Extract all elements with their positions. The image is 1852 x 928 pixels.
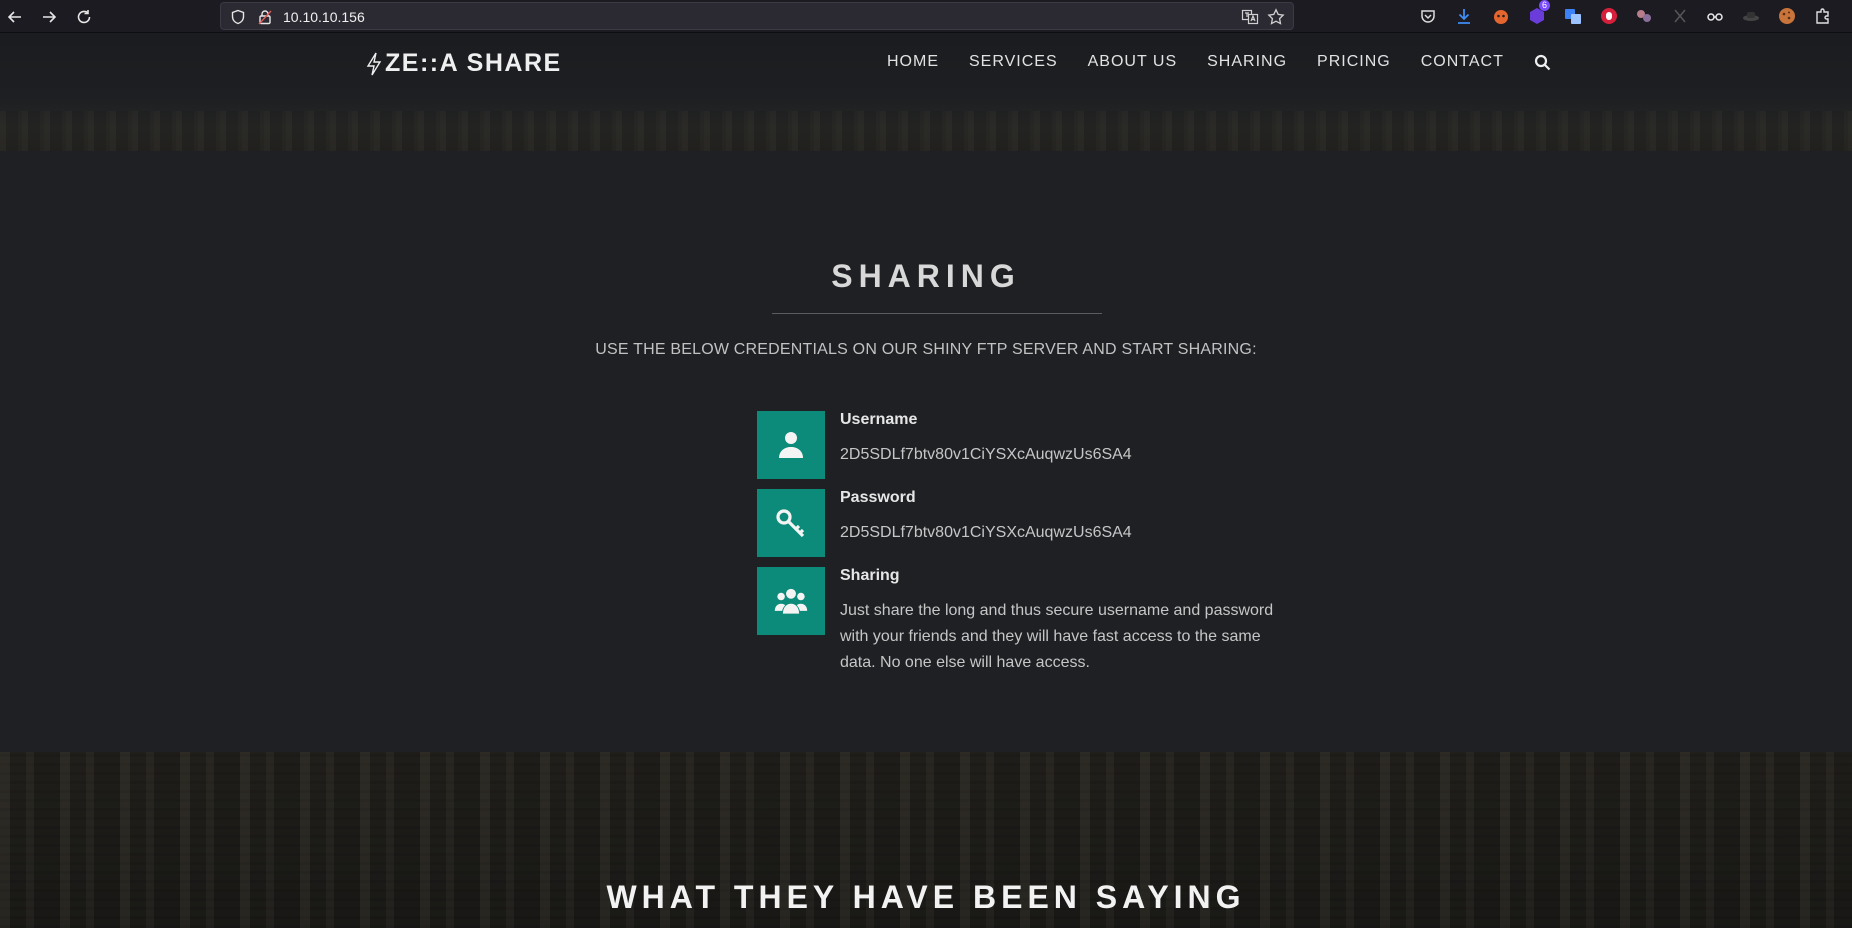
main-nav: HOME SERVICES ABOUT US SHARING PRICING C…	[887, 53, 1551, 71]
bookmark-star-icon[interactable]	[1267, 8, 1285, 26]
password-value: 2D5SDLf7btv80v1CiYSXcAuqwzUs6SA4	[840, 524, 1132, 541]
arrow-right-icon	[43, 11, 57, 23]
sharing-section: SHARING USE THE BELOW CREDENTIALS ON OUR…	[0, 151, 1852, 752]
translate-icon[interactable]	[1241, 8, 1259, 26]
lightning-bolt-icon	[366, 52, 382, 75]
spy-glasses-icon[interactable]	[1705, 6, 1725, 26]
arrow-left-icon	[7, 11, 21, 23]
foxyproxy-icon[interactable]	[1491, 6, 1511, 26]
nav-about-us[interactable]: ABOUT US	[1088, 53, 1178, 71]
users-icon	[774, 588, 808, 614]
username-value: 2D5SDLf7btv80v1CiYSXcAuqwzUs6SA4	[840, 446, 1132, 463]
site-header: ZE::A SHARE HOME SERVICES ABOUT US SHARI…	[0, 33, 1852, 151]
extension-x-icon[interactable]	[1670, 6, 1690, 26]
pocket-icon[interactable]	[1418, 6, 1438, 26]
username-icon-box	[757, 411, 825, 479]
credential-label: Username	[840, 411, 918, 428]
section-title: SHARING	[831, 258, 1021, 294]
extension-badge: 6	[1539, 0, 1551, 11]
sharing-description: Just share the long and thus secure user…	[840, 602, 1274, 671]
search-icon[interactable]	[1534, 54, 1551, 71]
site-logo-text: ZE::A SHARE	[385, 49, 562, 77]
credential-label: Sharing	[840, 567, 900, 584]
nav-contact[interactable]: CONTACT	[1421, 53, 1504, 71]
nav-pricing[interactable]: PRICING	[1317, 53, 1391, 71]
testimonials-section: WHAT THEY HAVE BEEN SAYING	[0, 752, 1852, 928]
wappalyzer-icon[interactable]	[1634, 6, 1654, 26]
reload-icon	[77, 10, 91, 24]
section-subtitle: USE THE BELOW CREDENTIALS ON OUR SHINY F…	[595, 341, 1257, 358]
lock-insecure-icon[interactable]	[257, 9, 273, 25]
extension-purple-icon[interactable]: 6	[1527, 0, 1551, 26]
nav-services[interactable]: SERVICES	[969, 53, 1058, 71]
credential-label: Password	[840, 489, 916, 506]
address-bar[interactable]: 10.10.10.156	[220, 2, 1294, 30]
download-icon[interactable]	[1454, 6, 1474, 26]
shield-icon[interactable]	[230, 9, 246, 25]
translator-extension-icon[interactable]	[1563, 6, 1583, 26]
hat-extension-icon[interactable]	[1741, 6, 1761, 26]
user-icon	[779, 432, 803, 458]
browser-toolbar: 10.10.10.156 6	[0, 0, 1852, 33]
title-divider	[772, 313, 1102, 314]
nav-sharing[interactable]: SHARING	[1207, 53, 1287, 71]
testimonials-title: WHAT THEY HAVE BEEN SAYING	[606, 879, 1246, 915]
sharing-icon-box	[757, 567, 825, 635]
reload-button[interactable]	[71, 4, 97, 30]
url-text[interactable]: 10.10.10.156	[283, 9, 365, 25]
back-button[interactable]	[2, 4, 28, 30]
extensions-puzzle-icon[interactable]	[1813, 6, 1833, 26]
site-logo[interactable]: ZE::A SHARE	[365, 49, 562, 78]
password-icon-box	[757, 489, 825, 557]
key-icon	[776, 509, 805, 538]
nav-home[interactable]: HOME	[887, 53, 939, 71]
cookie-icon[interactable]	[1777, 6, 1797, 26]
ublock-icon[interactable]	[1599, 6, 1619, 26]
forward-button[interactable]	[36, 4, 62, 30]
